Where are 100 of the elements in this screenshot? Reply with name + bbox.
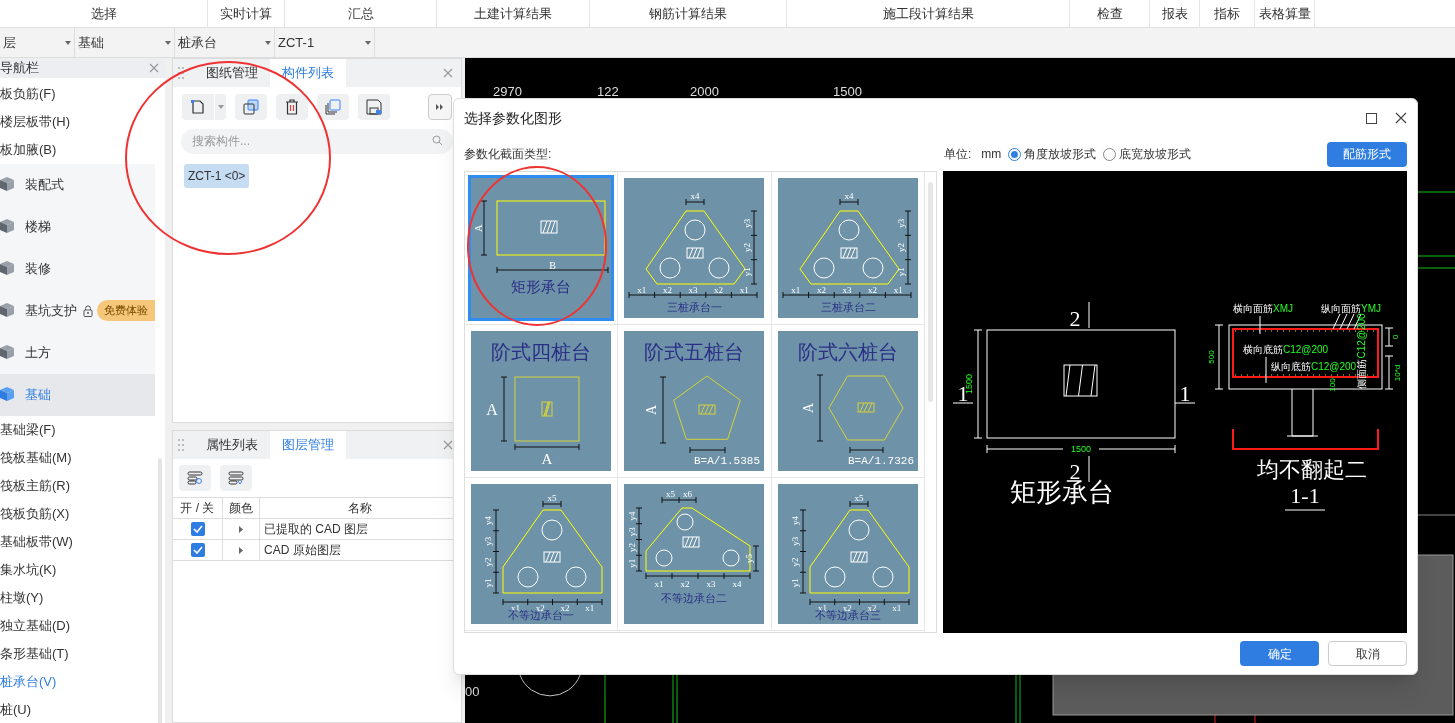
nav-item[interactable]: 楼层板带(H) <box>0 107 155 136</box>
shape-option[interactable]: A B 矩形承台 <box>468 175 615 321</box>
copy-button[interactable] <box>235 94 267 120</box>
close-icon[interactable] <box>1395 112 1407 124</box>
nav-category[interactable]: 装修 <box>0 247 155 290</box>
nav-item[interactable]: 筏板主筋(R) <box>0 471 155 500</box>
nav-category[interactable]: 装配式 <box>0 163 155 206</box>
nav-item[interactable]: 桩(U) <box>0 695 155 723</box>
double-arrow-icon <box>436 104 444 110</box>
ribbon-group-label[interactable]: 钢筋计算结果 <box>649 3 727 24</box>
shape-caption: 不等边承台二 <box>661 592 728 604</box>
rebar-label: 纵向面筋YMJ <box>1321 303 1381 314</box>
dimension-label: A <box>800 402 816 414</box>
ribbon-group-label[interactable]: 选择 <box>90 3 117 24</box>
scrollbar[interactable] <box>928 182 933 402</box>
expand-button[interactable] <box>428 94 452 120</box>
expand-arrow-icon[interactable] <box>239 546 243 554</box>
shape-caption: 阶式四桩台 <box>491 341 592 363</box>
section-mark: 2 <box>1069 306 1081 331</box>
nav-item[interactable]: 基础梁(F) <box>0 415 155 444</box>
nav-category[interactable]: 基础 <box>0 373 155 416</box>
nav-item[interactable]: 条形基础(T) <box>0 639 155 668</box>
dimension-label: 100 <box>1328 378 1337 392</box>
panel-tab[interactable]: 图层管理 <box>270 431 346 459</box>
dropdown[interactable]: 层 <box>0 28 75 57</box>
nav-item[interactable]: 板负筋(F) <box>0 79 155 108</box>
dimension-label: y3 <box>742 218 753 228</box>
checkbox[interactable] <box>190 543 205 557</box>
dimension-label: 122 <box>597 83 619 101</box>
nav-category[interactable]: 基坑支护 免费体验 <box>0 289 155 332</box>
nav-item[interactable]: 柱墩(Y) <box>0 583 155 612</box>
panel-tab[interactable]: 构件列表 <box>270 59 346 87</box>
dimension-label: A <box>486 400 498 418</box>
ribbon-group-label[interactable]: 汇总 <box>347 3 374 24</box>
search-field[interactable]: 搜索构件... <box>181 128 453 154</box>
panel-tab[interactable]: 图纸管理 <box>194 59 270 87</box>
lock-icon <box>83 304 93 317</box>
save-button[interactable] <box>358 94 390 120</box>
caret-icon <box>265 40 271 45</box>
ribbon-group-label[interactable]: 施工段计算结果 <box>882 3 974 24</box>
rebar-style-button[interactable]: 配筋形式 <box>1327 141 1407 167</box>
unit-label: 单位: <box>944 146 972 163</box>
ribbon-group-label[interactable]: 检查 <box>1096 3 1123 24</box>
delete-button[interactable] <box>276 94 308 120</box>
nav-item[interactable]: 独立基础(D) <box>0 611 155 640</box>
block-icon <box>0 385 14 404</box>
dialog-button[interactable]: 确定 <box>1240 641 1319 666</box>
copy-to-floor-button[interactable] <box>317 94 349 120</box>
ribbon-group-label[interactable]: 实时计算 <box>220 3 272 24</box>
nav-item[interactable]: 基础板带(W) <box>0 527 155 556</box>
pile-cap-drawing <box>673 375 742 440</box>
nav-item[interactable]: 桩承台(V) <box>0 667 155 696</box>
nav-category[interactable]: 土方 <box>0 331 155 374</box>
ribbon-group-label[interactable]: 表格算量 <box>1258 3 1311 24</box>
nav-item[interactable]: 集水坑(K) <box>0 555 155 584</box>
nav-item[interactable]: 筏板负筋(X) <box>0 499 155 528</box>
radio-option[interactable]: 角度放坡形式 <box>1008 145 1097 163</box>
layer-list-icon <box>187 471 203 485</box>
radio-option[interactable]: 底宽放坡形式 <box>1103 145 1192 163</box>
maximize-icon[interactable] <box>1366 112 1377 124</box>
nav-category[interactable]: 楼梯 <box>0 205 155 248</box>
dialog-button[interactable]: 取消 <box>1328 641 1407 666</box>
dropdown[interactable]: 桩承台 <box>175 28 275 57</box>
dimension-label: x2 <box>663 285 673 296</box>
radio-label: 底宽放坡形式 <box>1119 146 1192 163</box>
ribbon-group-label[interactable]: 指标 <box>1214 3 1240 24</box>
dimension-label: x2 <box>867 603 877 614</box>
dimension-label: y2 <box>895 243 906 252</box>
dimension-label: x2 <box>681 579 690 590</box>
dimension-label: y1 <box>895 267 906 277</box>
dimension-label: x1 <box>655 579 664 590</box>
drag-handle-icon[interactable] <box>178 439 184 451</box>
dimension-label: x4 <box>691 191 700 202</box>
dropdown[interactable]: ZCT-1 <box>275 28 375 57</box>
layer-filter-button[interactable] <box>220 465 252 491</box>
nav-item[interactable]: 板加腋(B) <box>0 135 155 164</box>
dimension-label: y4 <box>483 515 494 525</box>
dimension-label: x2 <box>714 285 724 296</box>
caret-icon <box>165 40 171 45</box>
caret-icon <box>65 40 71 45</box>
dimension-label: A <box>472 224 484 232</box>
dimension-label: x5 <box>854 493 864 504</box>
dimension-label: y1 <box>742 267 753 277</box>
dimension-label: x1 <box>791 285 801 296</box>
nav-title: 导航栏 <box>0 59 39 77</box>
panel-tab[interactable]: 属性列表 <box>194 431 270 459</box>
layer-show-button[interactable] <box>179 465 211 491</box>
expand-arrow-icon[interactable] <box>239 525 243 533</box>
component-item[interactable]: ZCT-1 <0> <box>184 164 250 188</box>
nav-item[interactable]: 筏板基础(M) <box>0 443 155 472</box>
dropdown[interactable]: 基础 <box>75 28 175 57</box>
rebar-label: 侧面筋C12@200 <box>1356 313 1367 389</box>
checkbox[interactable] <box>190 522 205 536</box>
ribbon-group-label[interactable]: 报表 <box>1161 3 1188 24</box>
drag-handle-icon[interactable] <box>178 67 184 79</box>
ribbon-group-label[interactable]: 土建计算结果 <box>474 3 552 24</box>
dimension-label: 00 <box>465 683 480 701</box>
shape-caption: 阶式五桩台 <box>644 341 745 363</box>
dimension-label: x5 <box>666 489 676 500</box>
new-button[interactable] <box>182 94 226 120</box>
